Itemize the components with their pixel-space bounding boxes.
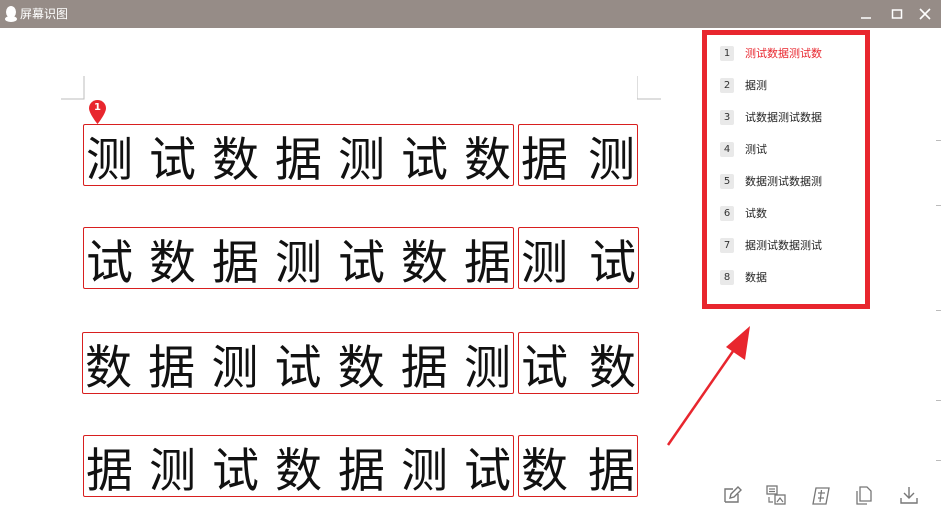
result-item[interactable]: 1 测试数据测试数 [720, 42, 822, 64]
ocr-char: 据 [338, 443, 385, 497]
close-button[interactable] [916, 5, 934, 23]
result-item-text: 试数据测试数据 [745, 111, 822, 124]
ocr-char: 试 [464, 443, 511, 497]
edge-mark [936, 400, 941, 401]
result-item-text: 试数 [745, 207, 767, 220]
ocr-char: 据 [588, 443, 635, 497]
ocr-char: 数 [275, 443, 322, 497]
window-title: 屏幕识图 [20, 7, 69, 21]
result-item-number: 6 [720, 205, 734, 221]
copy-icon[interactable] [853, 484, 875, 506]
pointer-arrow [666, 326, 750, 446]
ocr-text-box[interactable]: 据测试数据测试 [83, 435, 514, 497]
ocr-text-box[interactable]: 数据 [518, 435, 638, 497]
result-item[interactable]: 3 试数据测试数据 [720, 106, 822, 128]
ocr-char: 数 [149, 235, 196, 289]
ocr-char: 试 [149, 132, 196, 186]
ocr-char: 测 [401, 443, 448, 497]
ocr-char: 试 [274, 340, 322, 394]
image-text-icon[interactable] [765, 484, 787, 506]
translate-icon[interactable] [810, 484, 832, 506]
minimize-button[interactable] [857, 5, 875, 23]
ocr-char: 数 [521, 443, 568, 497]
ocr-char: 数 [85, 340, 132, 394]
ocr-text-box[interactable]: 测试 [518, 227, 639, 289]
close-icon [919, 8, 931, 20]
ocr-char: 测 [149, 443, 196, 497]
ocr-char: 数 [401, 235, 448, 289]
ocr-char: 测 [338, 132, 385, 186]
ocr-char: 试 [212, 443, 259, 497]
marker-number: 1 [94, 102, 101, 113]
result-item[interactable]: 4 测试 [720, 138, 767, 160]
maximize-icon [891, 9, 903, 19]
page-corner-top-left [61, 76, 85, 100]
result-item-text: 据测 [745, 79, 767, 92]
title-bar: 屏幕识图 [0, 0, 941, 28]
ocr-char: 测 [521, 235, 568, 289]
ocr-char: 测 [588, 132, 635, 186]
result-item[interactable]: 2 据测 [720, 74, 767, 96]
ocr-char: 据 [521, 132, 568, 186]
ocr-char: 据 [400, 340, 448, 394]
ocr-char: 据 [212, 235, 259, 289]
result-item-text: 数据测试数据测 [745, 175, 822, 188]
app-penguin-icon [5, 6, 17, 22]
result-item-text: 测试 [745, 143, 767, 156]
ocr-char: 测 [463, 340, 511, 394]
result-item[interactable]: 5 数据测试数据测 [720, 170, 822, 192]
ocr-char: 试 [86, 235, 133, 289]
page-corner-top-right [637, 76, 661, 100]
result-item-text: 测试数据测试数 [745, 47, 822, 60]
ocr-text-box[interactable]: 据测 [518, 124, 638, 186]
ocr-char: 据 [275, 132, 322, 186]
ocr-char: 测 [275, 235, 322, 289]
edge-mark [936, 310, 941, 311]
ocr-text-box[interactable]: 试数据测试数据 [83, 227, 514, 289]
minimize-icon [861, 17, 871, 19]
ocr-char: 试 [521, 340, 568, 394]
edit-icon[interactable] [721, 484, 743, 506]
ocr-char: 测 [86, 132, 133, 186]
ocr-char: 数 [337, 340, 385, 394]
result-item-number: 4 [720, 141, 734, 157]
ocr-char: 据 [148, 340, 196, 394]
ocr-char: 数 [464, 132, 511, 186]
download-icon[interactable] [898, 484, 920, 506]
result-item-number: 5 [720, 173, 734, 189]
result-item-number: 7 [720, 237, 734, 253]
result-item[interactable]: 8 数据 [720, 266, 767, 288]
ocr-results-panel: 1 测试数据测试数 2 据测 3 试数据测试数据 4 测试 5 数据测试数据测 6 试数 7 据测试数据测… [702, 30, 870, 309]
result-item-text: 数据 [745, 271, 767, 284]
result-item[interactable]: 6 试数 [720, 202, 767, 224]
result-item-number: 1 [720, 45, 734, 61]
ocr-char: 试 [338, 235, 385, 289]
ocr-text-box[interactable]: 试数 [518, 332, 639, 394]
result-item-number: 8 [720, 269, 734, 285]
ocr-char: 数 [212, 132, 259, 186]
ocr-char: 据 [86, 443, 133, 497]
maximize-button[interactable] [888, 5, 906, 23]
edge-mark [936, 460, 941, 461]
ocr-char: 据 [464, 235, 511, 289]
ocr-char: 试 [589, 235, 636, 289]
result-item-number: 3 [720, 109, 734, 125]
ocr-text-box[interactable]: 数据测试数据测 [82, 332, 514, 394]
edge-mark [936, 205, 941, 206]
ocr-text-box[interactable]: 测试数据测试数 [83, 124, 514, 186]
result-item[interactable]: 7 据测试数据测试 [720, 234, 822, 256]
ocr-char: 试 [401, 132, 448, 186]
ocr-char: 数 [589, 340, 636, 394]
ocr-char: 测 [211, 340, 259, 394]
result-item-text: 据测试数据测试 [745, 239, 822, 252]
edge-mark [936, 140, 941, 141]
result-item-number: 2 [720, 77, 734, 93]
